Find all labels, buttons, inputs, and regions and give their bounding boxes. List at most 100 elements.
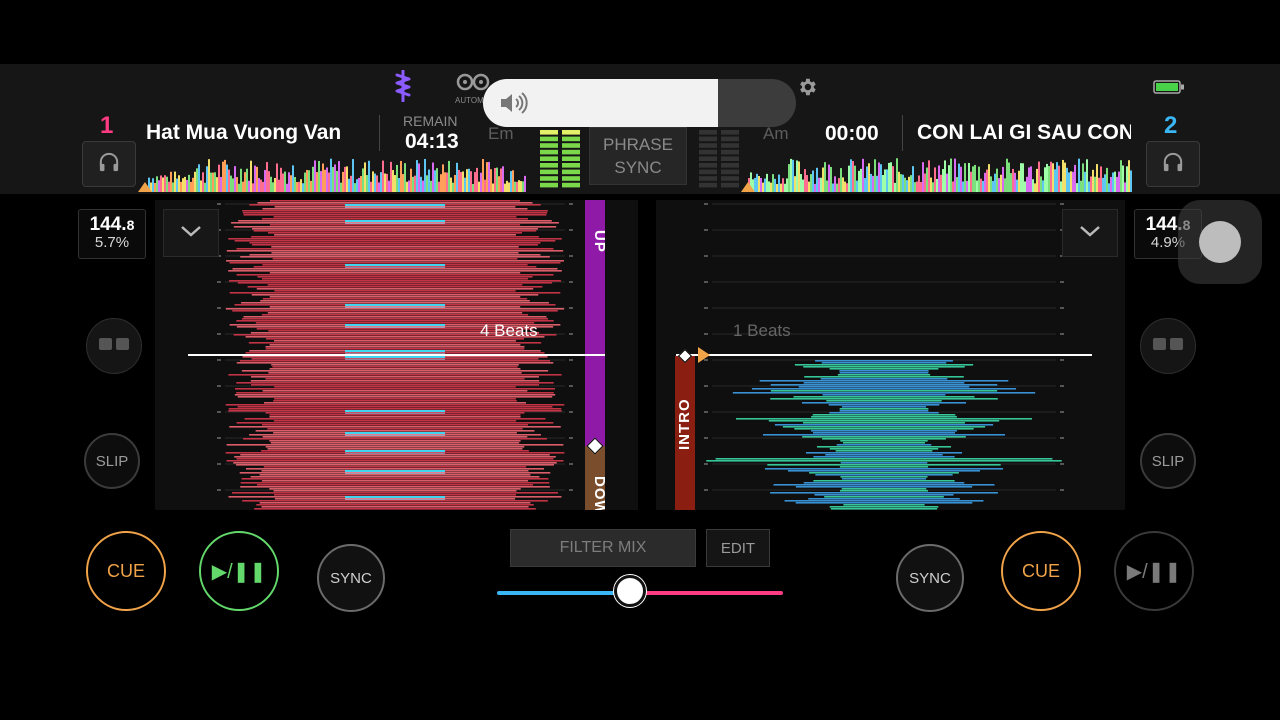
overview-bar xyxy=(260,179,262,192)
deck2-sync-button[interactable]: SYNC xyxy=(896,544,964,612)
waveform-line xyxy=(236,458,554,460)
edit-button[interactable]: EDIT xyxy=(706,529,770,567)
overview-bar xyxy=(406,181,408,192)
deck1-play-pause-button[interactable]: ▶/❚❚ xyxy=(199,531,279,611)
deck1-playhead xyxy=(188,354,605,356)
overview-bar xyxy=(368,160,370,192)
meter-segment xyxy=(721,130,739,135)
waveform-line xyxy=(248,342,542,344)
waveform-line xyxy=(815,474,953,476)
filter-mix-button[interactable]: FILTER MIX xyxy=(510,529,696,567)
waveform-logo-icon[interactable] xyxy=(392,69,414,103)
waveform-line xyxy=(257,202,533,204)
overview-bar xyxy=(424,158,426,192)
overview-bar xyxy=(912,166,914,192)
overview-bar xyxy=(242,181,244,192)
overview-bar xyxy=(174,171,176,192)
overview-bar xyxy=(262,181,264,192)
waveform-line xyxy=(241,318,549,320)
overview-bar xyxy=(964,163,966,192)
deck2-phrase-label: INTRO xyxy=(676,398,693,450)
overview-bar xyxy=(970,171,972,192)
beat-tick xyxy=(569,333,573,335)
overview-bar xyxy=(438,181,440,192)
deck2-headphone-cue-button[interactable] xyxy=(1146,141,1200,187)
deck1-hotcue-toggle-button[interactable] xyxy=(86,318,142,374)
overview-bar xyxy=(358,177,360,192)
deck1-slip-button[interactable]: SLIP xyxy=(84,433,140,489)
waveform-line xyxy=(801,402,967,404)
deck1-sync-button[interactable]: SYNC xyxy=(317,544,385,612)
deck1-cue-button[interactable]: CUE xyxy=(86,531,166,611)
overview-bar xyxy=(886,169,888,192)
deck2-zoom-dropdown[interactable] xyxy=(1062,209,1118,257)
phrase-sync-button[interactable]: PHRASE SYNC xyxy=(589,127,687,185)
overview-bar xyxy=(1040,176,1042,192)
waveform-line xyxy=(249,242,541,244)
overview-bar xyxy=(292,165,294,192)
deck1-waveform-panel[interactable]: UP DOWN 4 Beats xyxy=(155,200,638,510)
overview-bar xyxy=(1112,172,1114,192)
deck2-cue-button[interactable]: CUE xyxy=(1001,531,1081,611)
waveform-line xyxy=(767,464,1001,466)
overview-bar xyxy=(820,177,822,192)
waveform-line xyxy=(824,496,944,498)
overview-bar xyxy=(486,162,488,192)
waveform-line xyxy=(262,424,528,426)
waveform-line xyxy=(225,452,565,454)
deck2-divider xyxy=(902,115,903,151)
beat-tick xyxy=(704,463,708,465)
meter-segment xyxy=(562,169,580,175)
waveform-line xyxy=(815,360,953,362)
overview-bar xyxy=(784,183,786,192)
overview-bar xyxy=(1008,162,1010,192)
overview-bar xyxy=(946,173,948,192)
phrase-sync-line1: PHRASE xyxy=(603,135,673,154)
overview-bar xyxy=(824,162,826,192)
deck1-zoom-dropdown[interactable] xyxy=(163,209,219,257)
overview-bar xyxy=(432,162,434,192)
crossfader[interactable] xyxy=(497,575,783,613)
deck2-cue-marker xyxy=(698,347,710,363)
overview-bar xyxy=(1100,166,1102,192)
waveform-line xyxy=(228,238,562,240)
settings-icon[interactable] xyxy=(796,76,818,98)
overview-bar xyxy=(268,171,270,192)
deck2-slip-button[interactable]: SLIP xyxy=(1140,433,1196,489)
overview-bar xyxy=(202,172,204,192)
deck2-hotcue-toggle-button[interactable] xyxy=(1140,318,1196,374)
waveform-line xyxy=(240,454,550,456)
overview-bar xyxy=(342,171,344,192)
overview-bar xyxy=(1034,183,1036,192)
waveform-line xyxy=(262,298,528,300)
overview-bar xyxy=(1130,170,1132,192)
assistive-touch-button[interactable] xyxy=(1178,200,1262,284)
overview-bar xyxy=(310,180,312,192)
overview-bar xyxy=(980,178,982,192)
overview-bar xyxy=(412,176,414,192)
overview-bar xyxy=(492,183,494,192)
overview-bar xyxy=(230,175,232,192)
overview-bar xyxy=(430,180,432,192)
assistive-touch-dot xyxy=(1199,221,1241,263)
overview-bar xyxy=(1066,167,1068,192)
overview-bar xyxy=(304,172,306,192)
overview-bar xyxy=(332,167,334,192)
waveform-line xyxy=(839,370,929,372)
overview-bar xyxy=(206,166,208,192)
deck2-waveform-panel[interactable]: INTRO 1 Beats xyxy=(656,200,1125,510)
overview-bar xyxy=(294,177,296,192)
deck2-play-pause-button[interactable]: ▶/❚❚ xyxy=(1114,531,1194,611)
deck2-overview-waveform[interactable] xyxy=(748,154,1132,192)
waveform-line xyxy=(839,490,929,492)
deck1-headphone-cue-button[interactable] xyxy=(82,141,136,187)
crossfader-knob[interactable] xyxy=(614,575,646,607)
deck1-overview-waveform[interactable] xyxy=(148,154,526,192)
waveform-line xyxy=(822,394,946,396)
overview-bar xyxy=(454,174,456,192)
deck1-tempo-display[interactable]: 144.8 5.7% xyxy=(78,209,146,259)
overview-bar xyxy=(808,181,810,192)
overview-bar xyxy=(512,170,514,192)
overview-bar xyxy=(444,172,446,192)
overview-bar xyxy=(852,161,854,192)
